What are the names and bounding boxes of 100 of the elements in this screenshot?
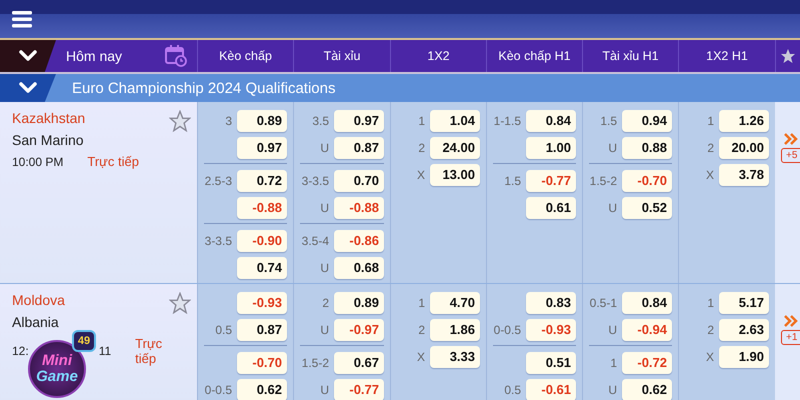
- odds-button[interactable]: 0.89: [237, 110, 287, 132]
- odds-button[interactable]: 0.87: [237, 318, 287, 340]
- odds-button[interactable]: 5.17: [719, 292, 769, 314]
- line-label: U: [320, 382, 329, 396]
- line-label: 1: [418, 114, 425, 128]
- odds-button[interactable]: 2.63: [719, 318, 769, 340]
- chevron-down-icon[interactable]: [19, 82, 37, 94]
- odds-button[interactable]: -0.90: [237, 230, 287, 252]
- column-header: Kèo chấp: [197, 40, 293, 72]
- line-label: 2: [707, 322, 714, 336]
- column-header: Kèo chấp H1: [486, 40, 582, 72]
- column-header: 1X2 H1: [678, 40, 775, 72]
- odds-button[interactable]: 0.89: [334, 292, 384, 314]
- calendar-icon[interactable]: [165, 45, 187, 67]
- double-chevron-icon[interactable]: [784, 314, 798, 328]
- line-label: 2.5-3: [204, 174, 232, 188]
- odds-button[interactable]: -0.70: [622, 170, 672, 192]
- star-icon[interactable]: [169, 292, 191, 314]
- odds-button[interactable]: 4.70: [430, 292, 480, 314]
- match-time: 12:: [12, 344, 29, 358]
- odds-button[interactable]: -0.88: [334, 196, 384, 218]
- line-label: 3.5: [312, 114, 329, 128]
- line-label: 1.5-2: [590, 174, 617, 188]
- line-label: U: [608, 200, 617, 214]
- odds-button[interactable]: -0.93: [237, 292, 287, 314]
- odds-button[interactable]: 1.00: [526, 136, 576, 158]
- chevron-down-icon[interactable]: [19, 50, 37, 62]
- match-time: 11: [98, 344, 112, 358]
- line-label: U: [608, 382, 617, 396]
- line-label: 3-3.5: [204, 234, 232, 248]
- odds-button[interactable]: 24.00: [430, 136, 480, 158]
- odds-button[interactable]: 1.04: [430, 110, 480, 132]
- column-header: 1X2: [390, 40, 486, 72]
- date-filter-label: Hôm nay: [66, 48, 124, 64]
- line-label: U: [320, 140, 329, 154]
- line-label: 0.5-1: [590, 296, 617, 310]
- odds-button[interactable]: 0.88: [622, 136, 672, 158]
- star-icon[interactable]: [780, 48, 796, 64]
- more-markets-badge[interactable]: +5: [781, 148, 800, 163]
- line-label: 0-0.5: [204, 382, 232, 396]
- line-label: X: [416, 168, 425, 182]
- line-label: 1.5-2: [302, 356, 329, 370]
- odds-button[interactable]: 1.26: [719, 110, 769, 132]
- odds-button[interactable]: 0.97: [334, 110, 384, 132]
- odds-button[interactable]: 13.00: [430, 164, 480, 186]
- odds-button[interactable]: 0.83: [526, 292, 576, 314]
- odds-button[interactable]: 0.67: [334, 352, 384, 374]
- odds-button[interactable]: 0.84: [622, 292, 672, 314]
- menu-icon[interactable]: [12, 10, 32, 28]
- line-label: X: [416, 350, 425, 364]
- double-chevron-icon[interactable]: [784, 132, 798, 146]
- odds-button[interactable]: 0.97: [237, 136, 287, 158]
- odds-button[interactable]: 0.52: [622, 196, 672, 218]
- odds-button[interactable]: 0.94: [622, 110, 672, 132]
- line-label: 2: [707, 140, 714, 154]
- odds-button[interactable]: -0.77: [526, 170, 576, 192]
- line-label: X: [706, 350, 714, 364]
- odds-button[interactable]: -0.94: [622, 318, 672, 340]
- odds-button[interactable]: -0.61: [526, 378, 576, 400]
- star-icon[interactable]: [169, 110, 191, 132]
- odds-button[interactable]: -0.97: [334, 318, 384, 340]
- odds-button[interactable]: 0.84: [526, 110, 576, 132]
- odds-button[interactable]: 1.86: [430, 318, 480, 340]
- line-label: 1: [418, 296, 425, 310]
- line-label: U: [608, 322, 617, 336]
- line-label: 1: [707, 296, 714, 310]
- odds-button[interactable]: -0.93: [526, 318, 576, 340]
- line-label: 0.5: [504, 382, 521, 396]
- odds-button[interactable]: 0.61: [526, 196, 576, 218]
- line-label: 3: [225, 114, 232, 128]
- line-label: 2: [418, 322, 425, 336]
- line-label: 1: [610, 356, 617, 370]
- odds-button[interactable]: 0.70: [334, 170, 384, 192]
- odds-button[interactable]: 3.78: [719, 164, 769, 186]
- live-status[interactable]: Trực tiếp: [135, 336, 185, 366]
- more-markets-badge[interactable]: +1: [781, 330, 800, 345]
- odds-button[interactable]: 0.51: [526, 352, 576, 374]
- line-label: 0.5: [215, 322, 232, 336]
- league-title: Euro Championship 2024 Qualifications: [72, 80, 336, 96]
- odds-button[interactable]: 20.00: [719, 136, 769, 158]
- odds-button[interactable]: 0.74: [237, 256, 287, 278]
- odds-button[interactable]: -0.70: [237, 352, 287, 374]
- odds-button[interactable]: -0.86: [334, 230, 384, 252]
- odds-button[interactable]: 3.33: [430, 346, 480, 368]
- line-label: 1: [707, 114, 714, 128]
- odds-button[interactable]: -0.72: [622, 352, 672, 374]
- odds-button[interactable]: -0.77: [334, 378, 384, 400]
- odds-button[interactable]: 0.62: [237, 378, 287, 400]
- live-status[interactable]: Trực tiếp: [87, 154, 139, 169]
- odds-button[interactable]: 0.72: [237, 170, 287, 192]
- odds-button[interactable]: -0.88: [237, 196, 287, 218]
- away-team: San Marino: [12, 132, 84, 148]
- column-header: Tài xỉu H1: [582, 40, 678, 72]
- odds-button[interactable]: 1.90: [719, 346, 769, 368]
- line-label: U: [320, 260, 329, 274]
- line-label: U: [320, 200, 329, 214]
- odds-button[interactable]: 0.87: [334, 136, 384, 158]
- line-label: U: [320, 322, 329, 336]
- odds-button[interactable]: 0.68: [334, 256, 384, 278]
- odds-button[interactable]: 0.62: [622, 378, 672, 400]
